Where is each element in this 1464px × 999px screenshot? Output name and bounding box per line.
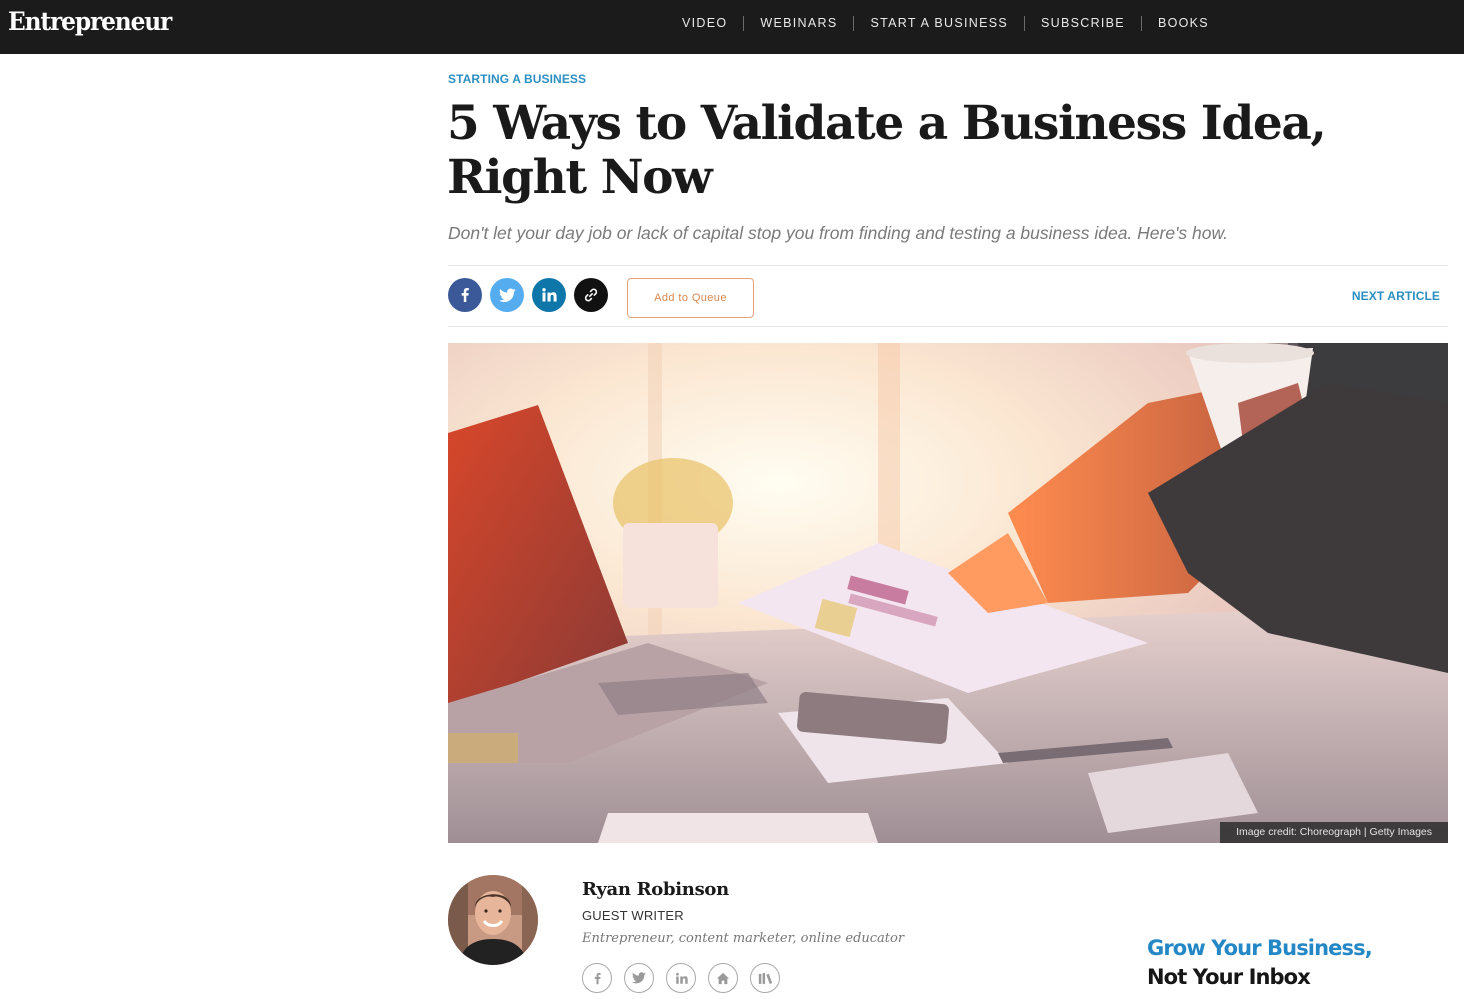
twitter-icon bbox=[632, 972, 646, 984]
author-linkedin-link[interactable] bbox=[666, 963, 696, 993]
facebook-icon bbox=[461, 288, 469, 302]
image-credit: Image credit: Choreograph | Getty Images bbox=[1220, 822, 1448, 843]
divider bbox=[448, 265, 1448, 266]
share-facebook-button[interactable] bbox=[448, 278, 482, 312]
nav-item-video[interactable]: VIDEO bbox=[666, 0, 743, 46]
office-desk-photo bbox=[448, 343, 1448, 843]
twitter-icon bbox=[498, 287, 516, 302]
entrepreneur-logo[interactable]: Entrepreneur bbox=[8, 4, 172, 40]
top-navigation-bar: Entrepreneur VIDEO WEBINARS START A BUSI… bbox=[0, 0, 1464, 54]
nav-item-books[interactable]: BOOKS bbox=[1142, 0, 1225, 46]
author-avatar[interactable] bbox=[448, 875, 538, 965]
linkedin-icon bbox=[542, 288, 557, 302]
copy-link-button[interactable] bbox=[574, 278, 608, 312]
author-name[interactable]: Ryan Robinson bbox=[582, 879, 729, 900]
add-to-queue-button[interactable]: Add to Queue bbox=[627, 278, 754, 318]
next-article-link[interactable]: NEXT ARTICLE bbox=[1352, 289, 1440, 303]
nav-item-start-a-business[interactable]: START A BUSINESS bbox=[854, 0, 1024, 46]
share-twitter-button[interactable] bbox=[490, 278, 524, 312]
promo-headline: Grow Your Business, bbox=[1147, 936, 1373, 960]
author-facebook-link[interactable] bbox=[582, 963, 612, 993]
article-subtitle: Don't let your day job or lack of capita… bbox=[448, 223, 1229, 243]
article-title: 5 Ways to Validate a Business Idea, Righ… bbox=[447, 96, 1327, 205]
promo-subheadline: Not Your Inbox bbox=[1147, 965, 1311, 989]
author-bio: Entrepreneur, content marketer, online e… bbox=[582, 931, 905, 946]
author-twitter-link[interactable] bbox=[624, 963, 654, 993]
nav-item-webinars[interactable]: WEBINARS bbox=[744, 0, 853, 46]
nav-item-subscribe[interactable]: SUBSCRIBE bbox=[1025, 0, 1141, 46]
divider bbox=[448, 326, 1448, 327]
author-photo bbox=[448, 875, 538, 965]
author-books-link[interactable] bbox=[750, 963, 780, 993]
main-nav: VIDEO WEBINARS START A BUSINESS SUBSCRIB… bbox=[666, 0, 1225, 46]
share-linkedin-button[interactable] bbox=[532, 278, 566, 312]
books-icon bbox=[758, 972, 772, 984]
linkedin-icon bbox=[675, 972, 688, 984]
hero-image: Image credit: Choreograph | Getty Images bbox=[448, 343, 1448, 843]
home-icon bbox=[716, 972, 730, 984]
author-role: GUEST WRITER bbox=[582, 908, 684, 923]
author-website-link[interactable] bbox=[708, 963, 738, 993]
facebook-icon bbox=[594, 972, 601, 984]
link-icon bbox=[584, 288, 598, 302]
category-link[interactable]: STARTING A BUSINESS bbox=[448, 72, 586, 86]
